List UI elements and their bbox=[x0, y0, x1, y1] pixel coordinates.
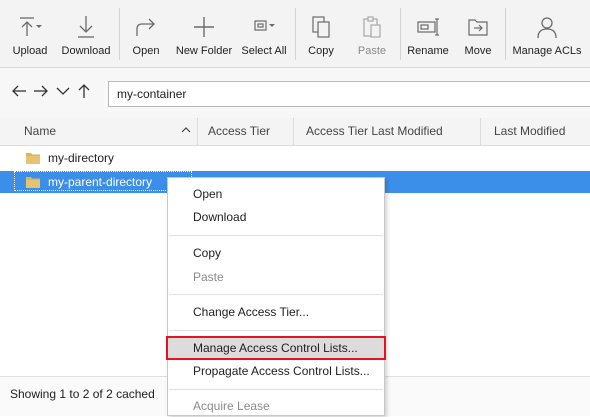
column-header-access-tier-last-modified[interactable]: Access Tier Last Modified bbox=[296, 118, 480, 145]
context-menu: Open Download Copy Paste Change Access T… bbox=[166, 177, 386, 417]
new-folder-label: New Folder bbox=[175, 45, 233, 57]
status-text: Showing 1 to 2 of 2 cached bbox=[10, 387, 155, 401]
manage-acls-label: Manage ACLs bbox=[512, 45, 582, 57]
copy-button[interactable]: Copy bbox=[300, 0, 342, 68]
forward-arrow-icon[interactable] bbox=[33, 82, 49, 100]
open-button[interactable]: Open bbox=[125, 0, 167, 68]
column-divider[interactable] bbox=[480, 118, 481, 145]
menu-item-propagate-access-control-lists[interactable]: Propagate Access Control Lists... bbox=[168, 360, 384, 382]
move-label: Move bbox=[464, 45, 492, 57]
folder-icon bbox=[26, 153, 40, 164]
folder-icon bbox=[26, 177, 40, 188]
menu-item-download[interactable]: Download bbox=[168, 206, 384, 228]
column-header-last-modified[interactable]: Last Modified bbox=[484, 118, 590, 145]
manage-acls-button[interactable]: Manage ACLs bbox=[510, 0, 584, 68]
back-arrow-icon[interactable] bbox=[11, 82, 27, 100]
menu-item-change-access-tier[interactable]: Change Access Tier... bbox=[168, 301, 384, 323]
toolbar: Upload Download Open New Folder Select A… bbox=[0, 0, 590, 68]
column-header: Name Access Tier Access Tier Last Modifi… bbox=[0, 118, 590, 146]
menu-item-acquire-lease[interactable]: Acquire Lease bbox=[168, 395, 384, 417]
menu-separator bbox=[169, 235, 383, 236]
toolbar-divider bbox=[295, 8, 296, 60]
download-icon bbox=[72, 12, 100, 42]
move-icon bbox=[464, 12, 492, 42]
plus-icon bbox=[190, 12, 218, 42]
address-input[interactable]: my-container bbox=[108, 81, 590, 107]
download-label: Download bbox=[61, 45, 111, 57]
person-icon bbox=[533, 12, 561, 42]
open-arrow-icon bbox=[132, 12, 160, 42]
up-arrow-icon[interactable] bbox=[76, 82, 92, 100]
chevron-down-icon[interactable] bbox=[55, 82, 71, 100]
upload-icon bbox=[16, 12, 44, 42]
toolbar-divider bbox=[400, 8, 401, 60]
menu-separator bbox=[169, 330, 383, 331]
menu-separator bbox=[169, 294, 383, 295]
paste-button[interactable]: Paste bbox=[350, 0, 394, 68]
menu-separator bbox=[169, 389, 383, 390]
list-item-name: my-parent-directory bbox=[48, 175, 153, 189]
rename-label: Rename bbox=[407, 45, 449, 57]
move-button[interactable]: Move bbox=[457, 0, 499, 68]
menu-item-paste[interactable]: Paste bbox=[168, 266, 384, 288]
copy-label: Copy bbox=[308, 45, 334, 57]
select-all-icon bbox=[250, 12, 278, 42]
new-folder-button[interactable]: New Folder bbox=[172, 0, 236, 68]
sort-ascending-icon bbox=[181, 127, 191, 133]
upload-label: Upload bbox=[12, 45, 48, 57]
paste-icon bbox=[358, 12, 386, 42]
rename-icon bbox=[414, 12, 442, 42]
rename-button[interactable]: Rename bbox=[405, 0, 451, 68]
column-divider[interactable] bbox=[293, 118, 294, 145]
open-label: Open bbox=[132, 45, 160, 57]
list-item[interactable]: my-directory bbox=[0, 147, 590, 169]
toolbar-divider bbox=[119, 8, 120, 60]
highlight-outline bbox=[166, 336, 386, 360]
select-all-label: Select All bbox=[241, 45, 287, 57]
column-header-access-tier[interactable]: Access Tier bbox=[198, 118, 294, 145]
download-button[interactable]: Download bbox=[58, 0, 114, 68]
select-all-button[interactable]: Select All bbox=[238, 0, 290, 68]
menu-item-copy[interactable]: Copy bbox=[168, 242, 384, 264]
menu-item-manage-access-control-lists[interactable]: Manage Access Control Lists... bbox=[166, 336, 386, 360]
list-item-name: my-directory bbox=[48, 151, 115, 165]
toolbar-divider bbox=[505, 8, 506, 60]
paste-label: Paste bbox=[357, 45, 387, 57]
copy-icon bbox=[307, 12, 335, 42]
upload-button[interactable]: Upload bbox=[6, 0, 54, 68]
column-header-name[interactable]: Name bbox=[14, 118, 198, 145]
menu-item-open[interactable]: Open bbox=[168, 183, 384, 205]
